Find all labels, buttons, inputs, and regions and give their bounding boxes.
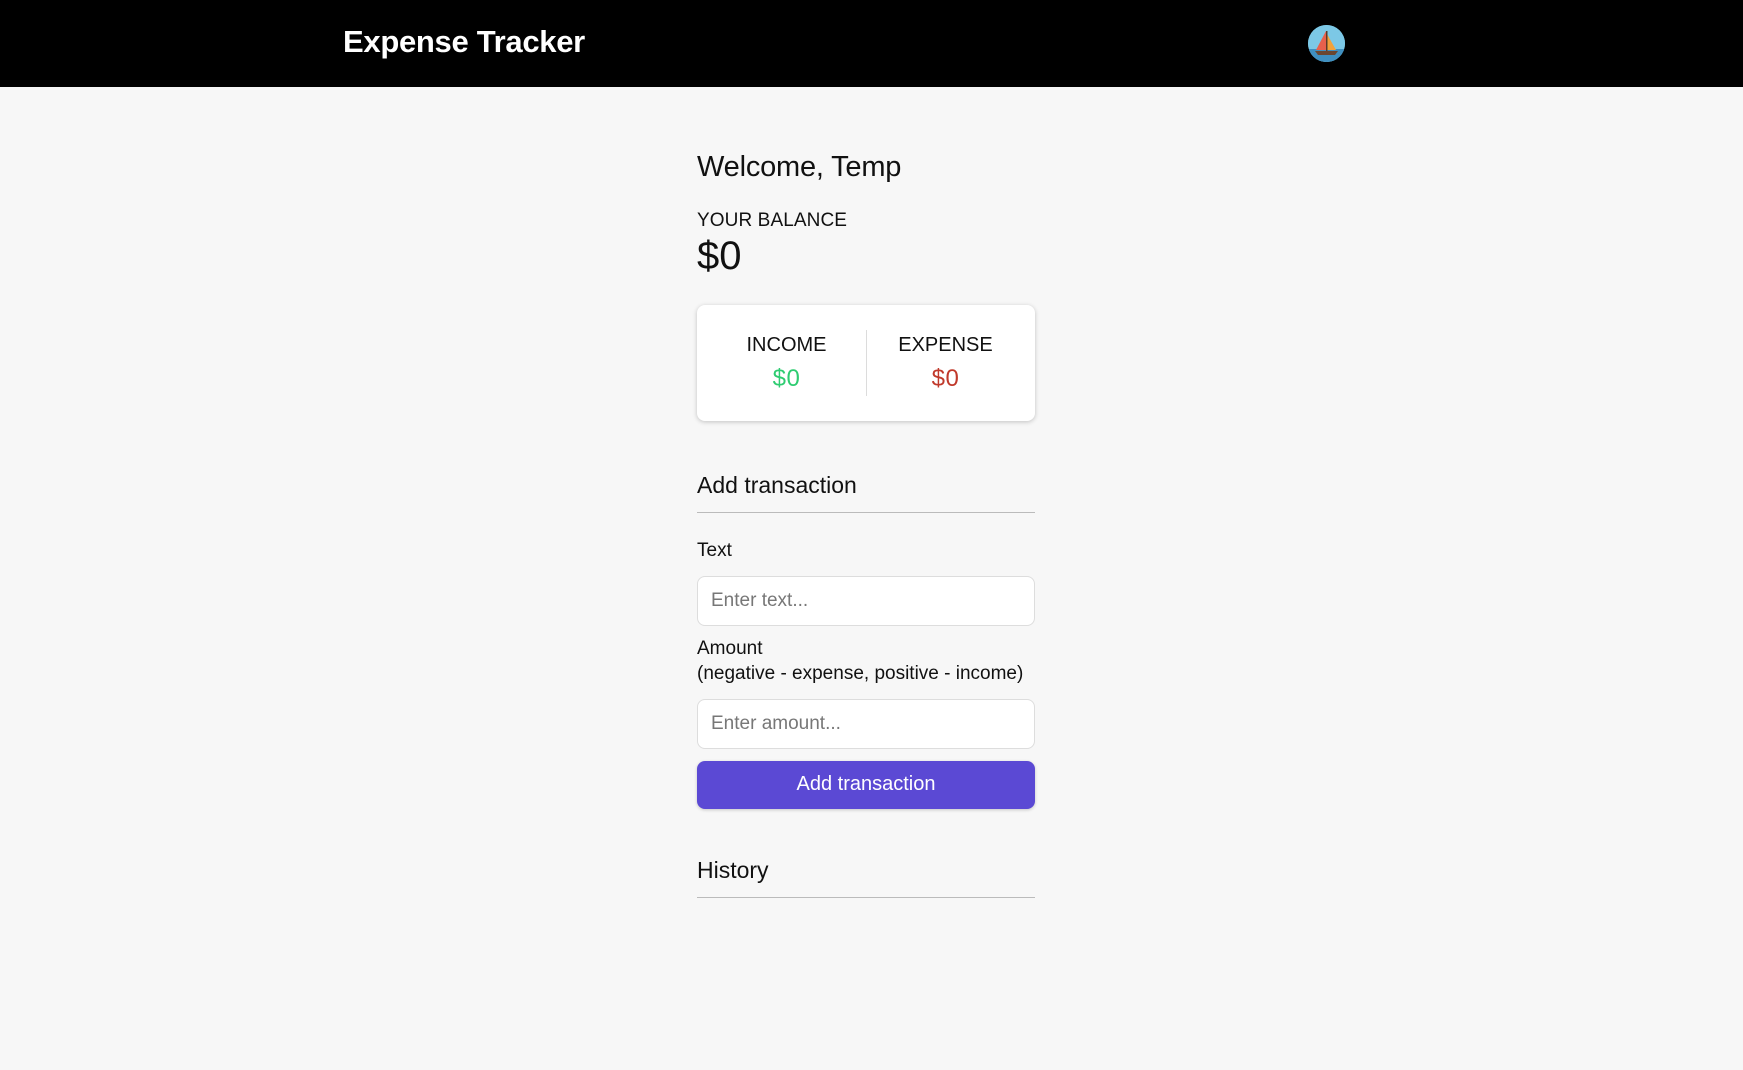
amount-field-label: Amount (negative - expense, positive - i… [697, 637, 1035, 686]
welcome-heading: Welcome, Temp [697, 151, 902, 183]
text-field-label: Text [697, 540, 732, 561]
balance-label: YOUR BALANCE [697, 210, 848, 231]
expense-label: EXPENSE [898, 333, 993, 356]
top-navbar: Expense Tracker [0, 0, 1743, 87]
history-heading: History [697, 857, 1035, 898]
card-divider [866, 330, 867, 396]
income-value: $0 [772, 364, 801, 392]
add-transaction-heading: Add transaction [697, 472, 1035, 513]
amount-input[interactable] [697, 698, 1035, 749]
income-expense-card: INCOME $0 EXPENSE $0 [697, 305, 1035, 421]
app-title: Expense Tracker [343, 24, 585, 59]
expense-value: $0 [931, 364, 960, 392]
text-input[interactable] [697, 576, 1035, 627]
amount-label-hint: (negative - expense, positive - income) [697, 662, 1024, 684]
main-container: Welcome, Temp YOUR BALANCE $0 INCOME $0 … [697, 140, 1035, 898]
sailboat-icon [1308, 25, 1345, 62]
balance-value: $0 [697, 234, 742, 278]
amount-label-title: Amount [697, 638, 763, 660]
add-transaction-button[interactable]: Add transaction [697, 760, 1035, 809]
sailboat-avatar-icon[interactable] [1308, 25, 1345, 62]
add-transaction-form: Text Amount (negative - expense, positiv… [697, 539, 1035, 809]
expense-column: EXPENSE $0 [866, 334, 1035, 393]
income-label: INCOME [746, 333, 827, 356]
income-column: INCOME $0 [697, 334, 866, 393]
